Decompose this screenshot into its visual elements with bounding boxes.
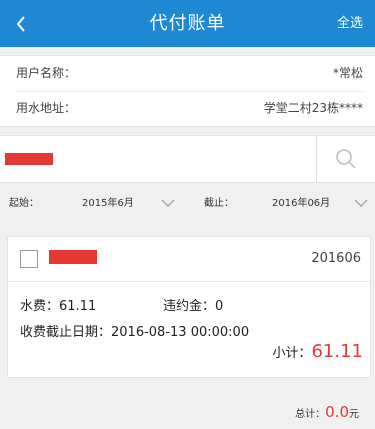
- penalty-label: 违约金：: [163, 299, 216, 314]
- address-label: 用水地址：: [16, 101, 77, 115]
- water-fee-value: 61.11: [59, 299, 97, 314]
- search-bar: [0, 135, 375, 183]
- water-fee-label: 水费：: [20, 299, 60, 314]
- total-value: 0.0: [325, 403, 349, 421]
- fee-line: 水费：61.11 违约金：0: [20, 295, 223, 314]
- penalty: 违约金：0: [163, 295, 223, 314]
- start-date-select[interactable]: 2015年6月: [82, 188, 134, 220]
- deadline-value: 2016-08-13 00:00:00: [111, 325, 250, 340]
- penalty-value: 0: [215, 299, 224, 314]
- deadline-label: 收费截止日期：: [20, 325, 112, 340]
- app-header: 代付账单 全选: [0, 0, 375, 47]
- page-title: 代付账单: [149, 13, 226, 34]
- search-input[interactable]: [5, 153, 53, 165]
- bill-card: 201606 水费：61.11 违约金：0 收费截止日期：2016-08-13 …: [7, 236, 371, 378]
- total-unit: 元: [349, 409, 359, 420]
- chevron-down-icon[interactable]: [353, 198, 369, 208]
- subtotal: 小计：61.11: [272, 341, 363, 362]
- end-date-label: 截止：: [204, 198, 234, 209]
- address-value: 学堂二村23栋****: [263, 101, 363, 115]
- subtotal-label: 小计：: [272, 346, 312, 361]
- total: 总计：0.0元: [295, 403, 359, 421]
- bill-card-header: 201606: [8, 237, 370, 282]
- subtotal-value: 61.11: [311, 341, 363, 362]
- search-icon: [336, 149, 356, 169]
- search-button[interactable]: [317, 136, 375, 182]
- address-row: 用水地址： 学堂二村23栋****: [16, 91, 363, 126]
- end-date-select[interactable]: 2016年06月: [272, 188, 330, 220]
- user-name-value: *常松: [332, 66, 363, 80]
- total-label: 总计：: [295, 409, 326, 420]
- deadline-line: 收费截止日期：2016-08-13 00:00:00: [20, 321, 249, 340]
- user-name-label: 用户名称：: [16, 66, 77, 80]
- select-all-button[interactable]: 全选: [337, 0, 363, 47]
- bill-period: 201606: [311, 251, 361, 266]
- user-info-panel: 用户名称： *常松 用水地址： 学堂二村23栋****: [0, 55, 375, 127]
- start-date-label: 起始：: [9, 198, 39, 209]
- user-name-row: 用户名称： *常松: [16, 56, 363, 92]
- bill-name-redacted: [49, 250, 97, 264]
- chevron-down-icon[interactable]: [160, 198, 176, 208]
- bill-checkbox[interactable]: [20, 250, 38, 268]
- date-filter-bar: 起始： 2015年6月 截止： 2016年06月: [0, 188, 375, 220]
